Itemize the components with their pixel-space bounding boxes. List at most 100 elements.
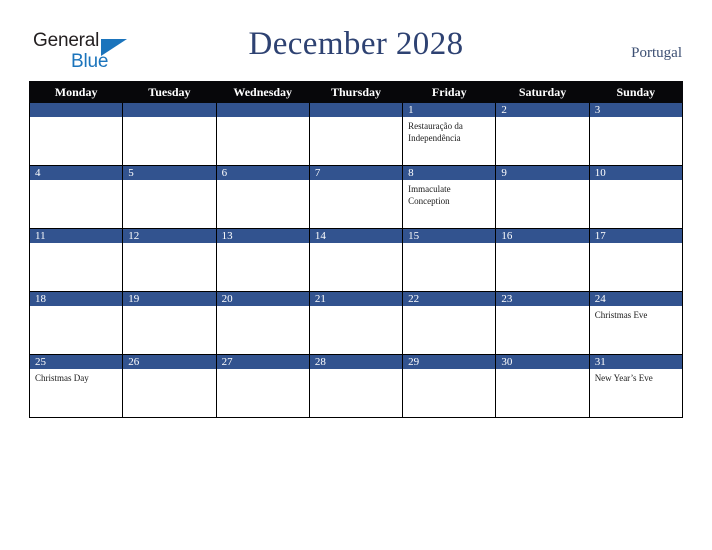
day-number: 21	[309, 292, 403, 306]
calendar-day-cell[interactable]: 8 Immaculate Conception	[402, 165, 497, 229]
day-event-label	[30, 117, 122, 121]
calendar-day-cell[interactable]: 5	[122, 165, 217, 229]
day-event-label	[496, 180, 588, 184]
calendar-day-cell[interactable]: 25 Christmas Day	[28, 354, 124, 418]
day-event-label	[590, 180, 682, 184]
calendar-day-cell[interactable]	[122, 102, 217, 166]
day-event-label	[496, 306, 588, 310]
day-event-label	[403, 369, 495, 373]
calendar-day-cell[interactable]	[308, 102, 404, 166]
day-event-label	[123, 243, 215, 247]
calendar-day-cell[interactable]: 3	[588, 102, 684, 166]
day-number: 16	[496, 229, 589, 243]
day-number: 31	[589, 355, 682, 369]
day-event-label	[217, 306, 309, 310]
calendar-day-cell[interactable]: 1 Restauração da Independência	[402, 102, 497, 166]
day-number: 27	[216, 355, 309, 369]
calendar-day-cell[interactable]: 6	[215, 165, 310, 229]
calendar-day-cell[interactable]: 9	[495, 165, 590, 229]
calendar-day-cell[interactable]: 11	[28, 228, 124, 292]
page-header: General Blue December 2028 Portugal	[0, 0, 712, 72]
calendar-day-cell[interactable]: 7	[308, 165, 404, 229]
day-event-label	[310, 117, 402, 121]
page-title: December 2028	[248, 26, 464, 62]
calendar-day-cell[interactable]: 23	[495, 291, 590, 355]
day-number: 17	[589, 229, 682, 243]
day-number: 19	[123, 292, 216, 306]
day-event-label	[123, 117, 215, 121]
day-event-label	[403, 306, 495, 310]
day-event-label	[123, 306, 215, 310]
day-event-label	[310, 243, 402, 247]
calendar-day-cell[interactable]: 4	[28, 165, 124, 229]
day-number	[216, 103, 309, 117]
day-event-label: Restauração da Independência	[408, 121, 463, 143]
day-number: 23	[496, 292, 589, 306]
day-event-label: Immaculate Conception	[408, 184, 451, 206]
weekday-header-row: Monday Tuesday Wednesday Thursday Friday…	[28, 81, 684, 103]
calendar-day-cell[interactable]	[28, 102, 124, 166]
calendar-day-cell[interactable]: 19	[122, 291, 217, 355]
day-event-label	[217, 180, 309, 184]
day-number: 25	[30, 355, 123, 369]
calendar-day-cell[interactable]: 26	[122, 354, 217, 418]
day-event-label	[217, 243, 309, 247]
calendar-day-cell[interactable]: 27	[215, 354, 310, 418]
day-event-label	[30, 306, 122, 310]
calendar-day-cell[interactable]: 29	[402, 354, 497, 418]
calendar-day-cell[interactable]: 2	[495, 102, 590, 166]
calendar-day-cell[interactable]: 30	[495, 354, 590, 418]
day-number	[309, 103, 403, 117]
day-number: 13	[216, 229, 309, 243]
day-event-label	[496, 369, 588, 373]
day-number: 15	[403, 229, 496, 243]
day-number: 11	[30, 229, 123, 243]
calendar-day-cell[interactable]: 12	[122, 228, 217, 292]
calendar-day-cell[interactable]: 20	[215, 291, 310, 355]
calendar-day-cell[interactable]: 16	[495, 228, 590, 292]
day-event-label: Christmas Day	[35, 373, 89, 383]
day-event-label: Christmas Eve	[594, 310, 648, 320]
calendar-day-cell[interactable]: 15	[402, 228, 497, 292]
day-number: 20	[216, 292, 309, 306]
day-event-label	[496, 243, 588, 247]
day-event-label	[123, 180, 215, 184]
calendar-day-cell[interactable]: 14	[308, 228, 404, 292]
calendar-day-cell[interactable]: 28	[308, 354, 404, 418]
calendar-week-row: 11 12 13 14 15 16 17	[28, 228, 684, 292]
calendar-body: 1 Restauração da Independência 2 3 4 5 6…	[28, 102, 684, 418]
day-number: 4	[30, 166, 123, 180]
day-event-label	[590, 117, 682, 121]
calendar-day-cell[interactable]: 22	[402, 291, 497, 355]
calendar-day-cell[interactable]: 24 Christmas Eve	[588, 291, 684, 355]
day-number: 7	[309, 166, 403, 180]
day-number: 24	[589, 292, 682, 306]
day-number: 28	[309, 355, 403, 369]
calendar-day-cell[interactable]: 21	[308, 291, 404, 355]
day-number: 12	[123, 229, 216, 243]
day-number: 5	[123, 166, 216, 180]
calendar-week-row: 18 19 20 21 22 23 24 Christmas Eve	[28, 291, 684, 355]
day-number: 30	[496, 355, 589, 369]
day-number: 18	[30, 292, 123, 306]
day-event-label	[30, 243, 122, 247]
weekday-header-sunday: Sunday	[588, 81, 684, 103]
day-number: 14	[309, 229, 403, 243]
day-number: 10	[589, 166, 682, 180]
day-number	[123, 103, 216, 117]
weekday-header-saturday: Saturday	[495, 81, 590, 103]
calendar-day-cell[interactable]: 10	[588, 165, 684, 229]
calendar-day-cell[interactable]	[215, 102, 310, 166]
calendar-week-row: 4 5 6 7 8 Immaculate Conception 9 10	[28, 165, 684, 229]
country-label: Portugal	[631, 45, 682, 61]
calendar-day-cell[interactable]: 31 New Year’s Eve	[588, 354, 684, 418]
day-number: 8	[403, 166, 496, 180]
calendar-day-cell[interactable]: 18	[28, 291, 124, 355]
calendar-day-cell[interactable]: 17	[588, 228, 684, 292]
day-number: 6	[216, 166, 309, 180]
day-event-label	[217, 369, 309, 373]
day-number: 22	[403, 292, 496, 306]
day-event-label	[590, 243, 682, 247]
day-event-label	[217, 117, 309, 121]
calendar-day-cell[interactable]: 13	[215, 228, 310, 292]
